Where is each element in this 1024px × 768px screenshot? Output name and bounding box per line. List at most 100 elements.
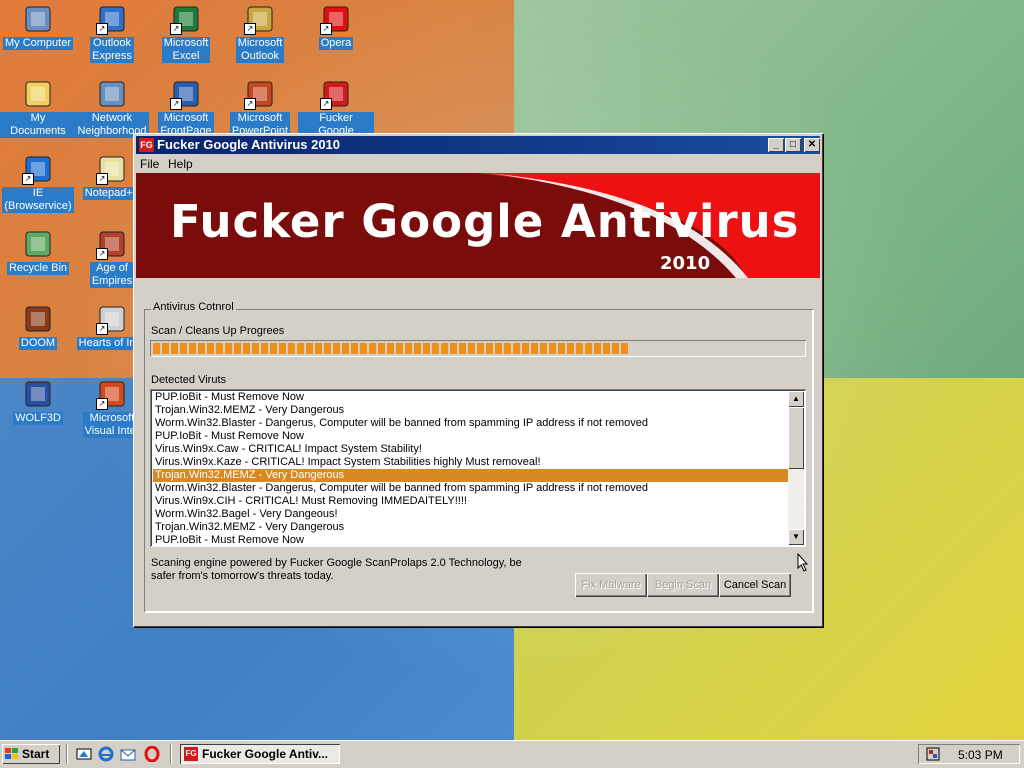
scroll-thumb[interactable] xyxy=(788,407,804,469)
desktop-icon[interactable]: ↗ Outlook Express xyxy=(74,3,150,63)
shortcut-arrow-icon: ↗ xyxy=(22,173,34,185)
visual-interdev-icon: ↗ xyxy=(96,378,128,410)
opera-quicklaunch-icon[interactable] xyxy=(144,746,160,762)
tray-app-icon[interactable] xyxy=(926,747,940,761)
desktop-icon[interactable]: WOLF3D xyxy=(0,378,76,425)
virus-list-item[interactable]: PUP.IoBit - Must Remove Now xyxy=(153,534,789,547)
desktop-icon[interactable]: Network Neighborhood xyxy=(74,78,150,138)
desktop-icon-label: Microsoft Excel xyxy=(161,37,211,63)
desktop-icon[interactable]: ↗ IE (Browservice) xyxy=(0,153,76,213)
windows-logo-icon xyxy=(5,748,18,759)
shortcut-arrow-icon: ↗ xyxy=(244,23,256,35)
list-scrollbar[interactable]: ▲ ▼ xyxy=(788,391,804,545)
computer-icon xyxy=(22,3,54,35)
virus-list-item[interactable]: PUP.IoBit - Must Remove Now xyxy=(153,430,789,443)
outlook-express-icon: ↗ xyxy=(96,3,128,35)
maximize-button[interactable]: □ xyxy=(785,138,801,152)
group-label: Antivirus Cotnrol xyxy=(151,301,236,313)
shortcut-arrow-icon: ↗ xyxy=(320,23,332,35)
close-button[interactable]: ✕ xyxy=(804,138,820,152)
desktop-icon-label: DOOM xyxy=(18,337,58,350)
virus-list-item[interactable]: Worm.Win32.Bagel - Very Dangeous! xyxy=(153,508,789,521)
virus-list-item[interactable]: Virus.Win9x.Caw - CRITICAL! Impact Syste… xyxy=(153,443,789,456)
frontpage-icon: ↗ xyxy=(170,78,202,110)
taskbar-window-button[interactable]: FG Fucker Google Antiv... xyxy=(180,744,340,764)
mouse-cursor-icon xyxy=(797,553,809,572)
desktop-icon-label: Recycle Bin xyxy=(6,262,70,275)
shortcut-arrow-icon: ↗ xyxy=(170,98,182,110)
desktop-icon[interactable]: ↗ Microsoft PowerPoint xyxy=(222,78,298,138)
shortcut-arrow-icon: ↗ xyxy=(96,23,108,35)
desktop-icon-label: WOLF3D xyxy=(13,412,63,425)
menu-help[interactable]: Help xyxy=(168,157,193,171)
app-icon: FG xyxy=(139,138,154,152)
banner-title: Fucker Google Antivirus xyxy=(170,195,800,248)
desktop-icon[interactable]: ↗ Opera xyxy=(298,3,374,50)
desktop-icon-label: Age of Empires xyxy=(89,262,135,288)
virus-list-item[interactable]: Worm.Win32.Blaster - Dangerus, Computer … xyxy=(153,417,789,430)
hearts-of-iron-icon: ↗ xyxy=(96,303,128,335)
desktop-icon-label: Opera xyxy=(318,37,354,50)
window-title: Fucker Google Antivirus 2010 xyxy=(157,137,341,152)
minimize-button[interactable]: _ xyxy=(768,138,784,152)
age-of-empires-icon: ↗ xyxy=(96,228,128,260)
menu-file[interactable]: File xyxy=(140,157,159,171)
desktop-icon-label: Microsoft Outlook xyxy=(235,37,285,63)
ie-quicklaunch-icon[interactable] xyxy=(98,746,114,762)
powerpoint-icon: ↗ xyxy=(244,78,276,110)
desktop-icon[interactable]: My Documents xyxy=(0,78,76,138)
virus-list-item[interactable]: PUP.IoBit - Must Remove Now xyxy=(153,391,789,404)
title-bar[interactable]: FG Fucker Google Antivirus 2010 _ □ ✕ xyxy=(136,136,820,154)
excel-icon: ↗ xyxy=(170,3,202,35)
outlook-icon: ↗ xyxy=(244,3,276,35)
ie-icon: ↗ xyxy=(22,153,54,185)
detected-label: Detected Viruts xyxy=(151,374,227,386)
menu-bar: File Help xyxy=(136,155,820,173)
virus-list-item[interactable]: Trojan.Win32.MEMZ - Very Dangerous xyxy=(153,404,789,417)
shortcut-arrow-icon: ↗ xyxy=(170,23,182,35)
desktop-icon[interactable]: My Computer xyxy=(0,3,76,50)
begin-scan-button[interactable]: Begin Scan xyxy=(647,573,719,597)
wolf3d-icon xyxy=(22,378,54,410)
tray-clock[interactable]: 5:03 PM xyxy=(958,748,1003,762)
desktop-icon-label: My Documents xyxy=(0,112,76,138)
fix-malware-button[interactable]: Fix Malware xyxy=(575,573,647,597)
shortcut-arrow-icon: ↗ xyxy=(96,323,108,335)
desktop-icon[interactable]: DOOM xyxy=(0,303,76,350)
virus-list-item[interactable]: Trojan.Win32.MEMZ - Very Dangerous xyxy=(153,469,789,482)
folder-icon xyxy=(22,78,54,110)
progress-fill xyxy=(153,343,628,354)
desktop-icon-label: Outlook Express xyxy=(90,37,134,63)
outlook-express-quicklaunch-icon[interactable] xyxy=(120,746,136,762)
detected-virus-list[interactable]: PUP.IoBit - Must Remove Now Trojan.Win32.… xyxy=(150,389,806,547)
notepad-icon: ↗ xyxy=(96,153,128,185)
show-desktop-icon[interactable] xyxy=(76,746,92,762)
doom-icon xyxy=(22,303,54,335)
progress-label: Scan / Cleans Up Progrees xyxy=(151,325,285,337)
desktop-icon[interactable]: ↗ Microsoft FrontPage xyxy=(148,78,224,138)
taskbar: Start FG Fucker Google Antiv... 5:03 PM xyxy=(0,740,1024,768)
shortcut-arrow-icon: ↗ xyxy=(96,173,108,185)
start-button[interactable]: Start xyxy=(2,744,60,764)
desktop-icon[interactable]: ↗ Microsoft Outlook xyxy=(222,3,298,63)
recycle-bin-icon xyxy=(22,228,54,260)
cancel-scan-button[interactable]: Cancel Scan xyxy=(719,573,791,597)
fg-antivirus-icon: ↗ xyxy=(320,78,352,110)
scroll-up-arrow-icon[interactable]: ▲ xyxy=(788,391,804,407)
virus-list-item[interactable]: Worm.Win32.Blaster - Dangerus, Computer … xyxy=(153,482,789,495)
desktop-icon[interactable]: ↗ Microsoft Excel xyxy=(148,3,224,63)
scroll-down-arrow-icon[interactable]: ▼ xyxy=(788,529,804,545)
shortcut-arrow-icon: ↗ xyxy=(96,398,108,410)
antivirus-window: FG Fucker Google Antivirus 2010 _ □ ✕ Fi… xyxy=(133,133,823,627)
taskbar-window-title: Fucker Google Antiv... xyxy=(202,747,329,761)
opera-icon: ↗ xyxy=(320,3,352,35)
desktop-icon[interactable]: Recycle Bin xyxy=(0,228,76,275)
shortcut-arrow-icon: ↗ xyxy=(320,98,332,110)
virus-list-item[interactable]: Virus.Win9x.Kaze - CRITICAL! Impact Syst… xyxy=(153,456,789,469)
banner: Fucker Google Antivirus 2010 xyxy=(136,173,820,278)
start-label: Start xyxy=(22,747,50,761)
shortcut-arrow-icon: ↗ xyxy=(96,248,108,260)
app-taskbar-icon: FG xyxy=(184,747,198,761)
virus-list-item[interactable]: Trojan.Win32.MEMZ - Very Dangerous xyxy=(153,521,789,534)
virus-list-item[interactable]: Virus.Win9x.CIH - CRITICAL! Must Removin… xyxy=(153,495,789,508)
